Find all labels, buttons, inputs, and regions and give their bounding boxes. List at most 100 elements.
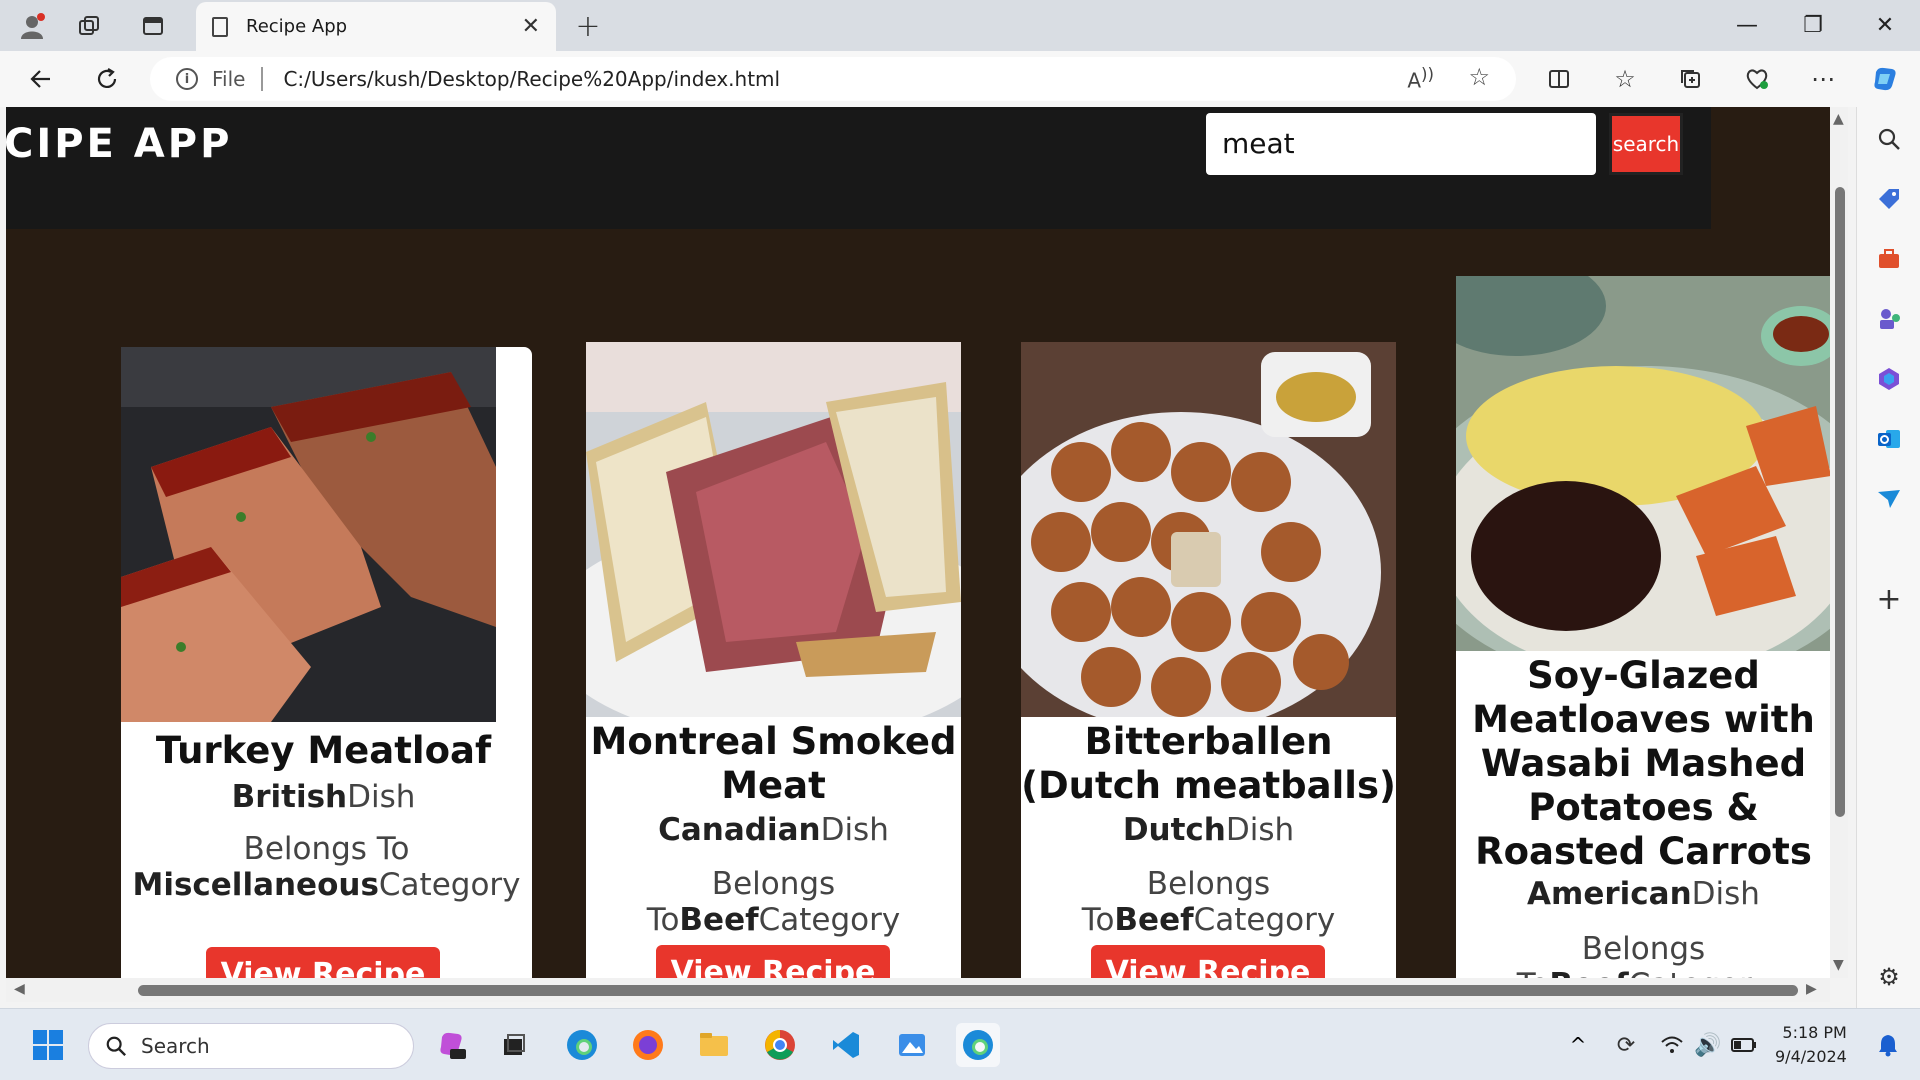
outlook-icon[interactable] [1871,421,1907,457]
sidebar-search-icon[interactable] [1871,121,1907,157]
add-sidebar-app-icon[interactable]: + [1871,581,1907,617]
recipe-title: Bitterballen (Dutch meatballs) [1021,720,1396,807]
minimize-icon[interactable]: — [1714,0,1780,51]
firefox-icon[interactable] [626,1023,670,1067]
vertical-scrollbar[interactable]: ▲ ▼ [1830,107,1848,978]
show-hidden-icons-icon[interactable]: ^ [1556,1023,1600,1067]
notifications-icon[interactable] [1866,1023,1910,1067]
tab-strip: Recipe App ✕ + — ❐ ✕ [0,0,1920,51]
recipe-category: Belongs To MiscellaneousCategory [121,831,532,903]
address-separator [261,67,264,91]
recipe-image-montreal-smoked-meat [586,342,961,717]
horizontal-scrollbar[interactable]: ◀ ▶ [6,978,1830,1002]
vertical-scroll-thumb[interactable] [1835,187,1845,817]
recipe-area: CanadianDish [586,812,961,848]
tools-icon[interactable] [1871,241,1907,277]
recipe-title: Turkey Meatloaf [155,729,492,772]
category-name: Beef [1549,967,1628,978]
tab-title: Recipe App [246,16,348,37]
recipe-card: Soy-Glazed Meatloaves with Wasabi Mashed… [1456,276,1830,978]
favorite-star-icon[interactable]: ☆ [1468,63,1490,91]
belongs-label: Belongs To [243,831,410,867]
sidebar-settings-icon[interactable]: ⚙ [1871,959,1907,995]
category-name: Beef [1114,902,1194,938]
sync-icon[interactable]: ⟳ [1604,1023,1648,1067]
area-suffix: Dish [347,779,416,815]
file-explorer-icon[interactable] [692,1023,736,1067]
shopping-tag-icon[interactable] [1871,181,1907,217]
area-suffix: Dish [820,812,889,848]
recipe-search-input[interactable]: meat [1206,113,1596,175]
favorites-icon[interactable]: ☆ [1606,60,1644,98]
windows-taskbar: Search ^ ⟳ 🔊 5:18 PM 9/4/2024 [0,1008,1920,1080]
back-icon[interactable] [22,60,60,98]
app-header: CIPE APP meat search [6,107,1711,229]
recipe-card: Montreal Smoked Meat CanadianDish Belong… [586,342,961,978]
restore-icon[interactable]: ❐ [1780,0,1846,51]
recipe-area: DutchDish [1021,812,1396,848]
scroll-left-icon[interactable]: ◀ [14,981,25,997]
more-options-icon[interactable]: ⋯ [1804,60,1842,98]
category-name: Miscellaneous [132,867,379,903]
browser-essentials-icon[interactable] [1738,60,1776,98]
close-window-icon[interactable]: ✕ [1852,0,1918,51]
read-aloud-icon[interactable]: A)) [1407,65,1434,93]
taskbar-search-icon [106,1036,127,1057]
clock-date: 9/4/2024 [1775,1047,1847,1066]
search-button[interactable]: search [1609,113,1683,175]
recipe-area: AmericanDish [1456,876,1830,912]
close-tab-icon[interactable]: ✕ [522,14,540,39]
view-recipe-button[interactable]: View Recipe [206,947,440,978]
profile-icon[interactable] [16,9,50,43]
address-prefix: File [212,67,246,91]
area-name: Canadian [658,812,821,848]
recipe-image-bitterballen [1021,342,1396,717]
view-recipe-button[interactable]: View Recipe [1091,945,1325,978]
games-icon[interactable] [1871,301,1907,337]
scroll-up-icon[interactable]: ▲ [1833,111,1844,127]
copilot-icon[interactable] [1866,60,1904,98]
recipe-title: Soy-Glazed Meatloaves with Wasabi Mashed… [1472,654,1815,873]
area-name: Dutch [1122,812,1226,848]
tab-recipe-app[interactable]: Recipe App ✕ [196,2,556,51]
recipe-title: Montreal Smoked Meat [590,720,957,807]
edge-active-icon[interactable] [956,1023,1000,1067]
address-bar[interactable]: i File C:/Users/kush/Desktop/Recipe%20Ap… [150,57,1516,101]
taskbar-search-box[interactable]: Search [88,1023,414,1069]
tab-actions-icon[interactable] [136,9,170,43]
chrome-icon[interactable] [758,1023,802,1067]
edge-taskbar-icon[interactable] [560,1023,604,1067]
url-text[interactable]: C:/Users/kush/Desktop/Recipe%20App/index… [283,67,780,91]
view-recipe-button[interactable]: View Recipe [656,945,890,978]
refresh-icon[interactable] [88,60,126,98]
recipe-image-turkey-meatloaf [121,347,496,722]
browser-toolbar: i File C:/Users/kush/Desktop/Recipe%20Ap… [0,51,1920,107]
send-icon[interactable] [1871,481,1907,517]
split-screen-icon[interactable] [1540,60,1578,98]
new-tab-button[interactable]: + [570,8,606,44]
scroll-down-icon[interactable]: ▼ [1833,957,1844,973]
area-name: British [231,779,348,815]
collections-icon[interactable] [1672,60,1710,98]
scroll-right-icon[interactable]: ▶ [1806,981,1817,997]
vscode-icon[interactable] [824,1023,868,1067]
taskbar-search-label: Search [141,1034,210,1058]
category-suffix: Category [758,902,901,938]
site-info-icon[interactable]: i [176,68,198,90]
battery-icon[interactable] [1722,1023,1766,1067]
workspaces-icon[interactable] [72,9,106,43]
copilot-pre-icon[interactable] [430,1023,474,1067]
clock-time: 5:18 PM [1782,1023,1847,1042]
app-brand: CIPE APP [6,121,233,167]
windows-start-icon[interactable] [26,1023,70,1067]
recipe-category: Belongs ToBeefCategory [586,866,961,938]
recipe-category: Belongs ToBeefCategory [1456,931,1830,978]
category-name: Beef [679,902,759,938]
recipe-card: Turkey Meatloaf BritishDish Belongs To Mi… [121,347,532,978]
system-clock[interactable]: 5:18 PM 9/4/2024 [1775,1021,1847,1069]
horizontal-scroll-thumb[interactable] [138,985,1798,996]
office-icon[interactable] [1871,361,1907,397]
task-view-icon[interactable] [492,1023,536,1067]
recipe-card: Bitterballen (Dutch meatballs) DutchDish… [1021,342,1396,978]
photos-icon[interactable] [890,1023,934,1067]
